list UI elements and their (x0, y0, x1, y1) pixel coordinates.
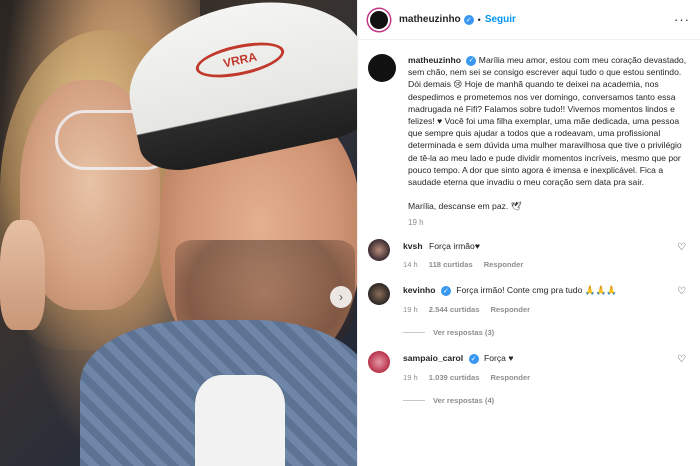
comment-time[interactable]: 14 h (403, 260, 418, 269)
comment-message: Força irmão♥ (428, 241, 480, 252)
comment-message: Força irmão! Conte cmg pra tudo 🙏🙏🙏 (456, 285, 617, 296)
verified-badge-icon: ✓ (463, 14, 474, 25)
caption-body: Marília meu amor, estou com meu coração … (408, 55, 687, 188)
comments-section: matheuzinho ✓ Marília meu amor, estou co… (358, 40, 700, 466)
comment: kvsh Força irmão♥ 14 h 118 curtidas Resp… (368, 239, 690, 269)
post-photo[interactable]: VRRA › (0, 0, 357, 466)
comment-body: sampaio_carol ✓ Força ♥ 19 h 1.039 curti… (403, 353, 690, 405)
post-header: matheuzinho ✓ • Seguir ··· (358, 0, 700, 40)
comment-meta: 19 h 1.039 curtidas Responder (403, 373, 690, 382)
caption: matheuzinho ✓ Marília meu amor, estou co… (368, 54, 690, 212)
replies-divider (403, 332, 425, 334)
follow-button[interactable]: Seguir (485, 14, 516, 25)
verified-badge-icon: ✓ (468, 354, 479, 365)
commenter-username[interactable]: kevinho (403, 285, 435, 295)
comment-body: kevinho ✓ Força irmão! Conte cmg pra tud… (403, 285, 690, 337)
verified-badge-icon: ✓ (440, 286, 451, 297)
view-replies-label[interactable]: Ver respostas (4) (433, 396, 494, 405)
like-heart-icon[interactable]: ♡ (677, 354, 686, 365)
reply-button[interactable]: Responder (490, 305, 530, 314)
comment: kevinho ✓ Força irmão! Conte cmg pra tud… (368, 283, 690, 337)
comment: sampaio_carol ✓ Força ♥ 19 h 1.039 curti… (368, 351, 690, 405)
author-avatar[interactable] (368, 8, 390, 31)
photo-hand (0, 220, 45, 330)
view-replies-button[interactable]: Ver respostas (4) (403, 396, 690, 405)
author-username[interactable]: matheuzinho (399, 14, 461, 25)
photo-shirt (195, 375, 285, 466)
post-modal: VRRA › matheuzinho ✓ • Seguir ··· matheu… (0, 0, 700, 466)
replies-divider (403, 400, 425, 402)
commenter-avatar[interactable] (368, 351, 390, 374)
view-replies-button[interactable]: Ver respostas (3) (403, 328, 690, 337)
commenter-username[interactable]: kvsh (403, 241, 423, 251)
comment-text: kvsh Força irmão♥ (403, 241, 690, 251)
like-heart-icon[interactable]: ♡ (677, 242, 686, 253)
caption-text: matheuzinho ✓ Marília meu amor, estou co… (408, 54, 690, 212)
caption-username[interactable]: matheuzinho (408, 55, 461, 65)
reply-button[interactable]: Responder (484, 260, 524, 269)
commenter-avatar[interactable] (368, 283, 390, 306)
comment-likes[interactable]: 1.039 curtidas (429, 373, 480, 382)
more-dots-icon[interactable]: ··· (674, 12, 690, 27)
commenter-avatar[interactable] (368, 239, 390, 262)
caption-avatar[interactable] (368, 54, 396, 82)
comment-message: Força ♥ (483, 353, 514, 364)
comment-likes[interactable]: 2.544 curtidas (429, 305, 480, 314)
comment-text: sampaio_carol ✓ Força ♥ (403, 353, 690, 365)
comment-time[interactable]: 19 h (403, 305, 418, 314)
comment-meta: 14 h 118 curtidas Responder (403, 260, 690, 269)
reply-button[interactable]: Responder (490, 373, 530, 382)
comment-time[interactable]: 19 h (403, 373, 418, 382)
next-photo-button[interactable]: › (330, 286, 352, 308)
caption-signoff: Marília, descanse em paz. 🕊 (408, 201, 522, 212)
comment-likes[interactable]: 118 curtidas (429, 260, 473, 269)
separator-dot: • (477, 14, 481, 25)
caption-time[interactable]: 19 h (408, 218, 690, 227)
view-replies-label[interactable]: Ver respostas (3) (433, 328, 494, 337)
verified-badge-icon: ✓ (466, 55, 477, 66)
chevron-right-icon: › (339, 290, 343, 304)
comment-body: kvsh Força irmão♥ 14 h 118 curtidas Resp… (403, 241, 690, 269)
post-sidebar: matheuzinho ✓ • Seguir ··· matheuzinho ✓… (357, 0, 700, 466)
comment-meta: 19 h 2.544 curtidas Responder (403, 305, 690, 314)
like-heart-icon[interactable]: ♡ (677, 286, 686, 297)
comment-text: kevinho ✓ Força irmão! Conte cmg pra tud… (403, 285, 690, 297)
commenter-username[interactable]: sampaio_carol (403, 353, 463, 363)
